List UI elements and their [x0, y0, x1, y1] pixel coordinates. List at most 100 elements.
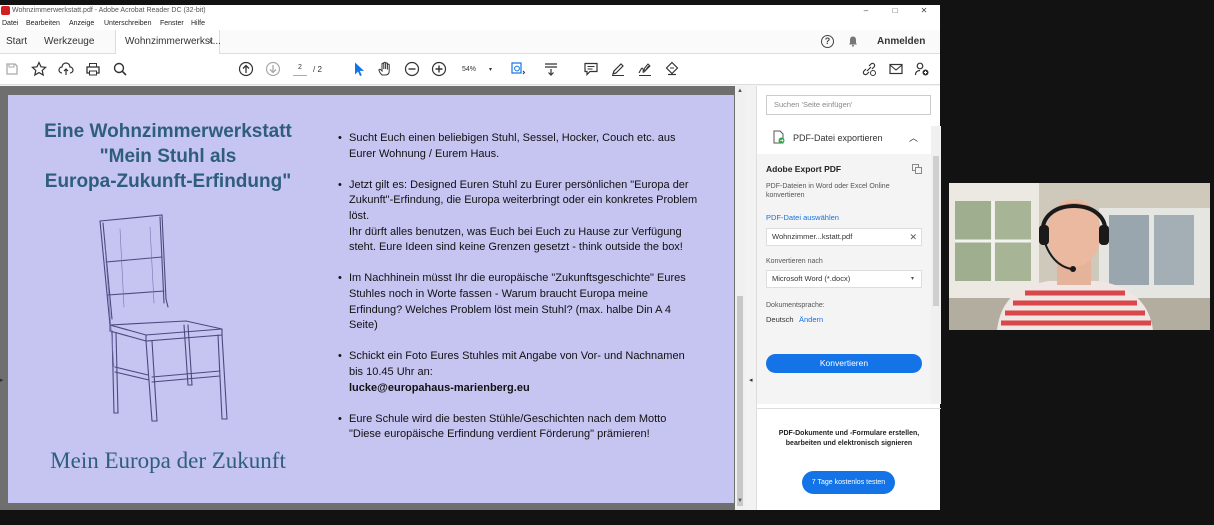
- list-item: Sucht Euch einen beliebigen Stuhl, Sesse…: [338, 131, 698, 162]
- tools-pane-scrollbar[interactable]: [931, 126, 941, 404]
- free-trial-button[interactable]: 7 Tage kostenlos testen: [802, 471, 895, 494]
- list-item: Schickt ein Foto Eures Stuhles mit Angab…: [338, 349, 698, 396]
- bullet-text: Ihr dürft alles benutzen, was Euch bei E…: [349, 225, 683, 254]
- selected-file-field[interactable]: Wohnzimmer...kstatt.pdf ✕: [766, 228, 922, 246]
- scroll-down-icon[interactable]: ▼: [736, 498, 744, 506]
- bullet-text: Jetzt gilt es: Designed Euren Stuhl zu E…: [349, 178, 698, 222]
- copy-icon[interactable]: [912, 164, 922, 174]
- highlight-pen-icon[interactable]: [610, 61, 626, 77]
- change-language-link[interactable]: Ändern: [799, 315, 823, 324]
- menu-window[interactable]: Fenster: [160, 20, 184, 27]
- bullet-text: Sucht Euch einen beliebigen Stuhl, Sesse…: [349, 132, 676, 160]
- zoom-out-icon[interactable]: [404, 61, 420, 77]
- bullet-list: Sucht Euch einen beliebigen Stuhl, Sesse…: [338, 131, 698, 458]
- chevron-down-icon: ▾: [488, 67, 492, 73]
- minimize-button[interactable]: –: [855, 5, 877, 18]
- mail-icon[interactable]: [888, 61, 904, 77]
- page-down-icon[interactable]: [265, 61, 281, 77]
- format-select[interactable]: Microsoft Word (*.docx) ▾: [766, 270, 922, 288]
- tab-document[interactable]: Wohnzimmerwerkst... ×: [115, 30, 221, 54]
- window-title: Wohnzimmerwerkstatt.pdf - Adobe Acrobat …: [12, 7, 206, 14]
- doc-language-value: Deutsch: [766, 315, 794, 324]
- export-pdf-section-header[interactable]: PDF-Datei exportieren ︿: [757, 126, 941, 150]
- export-section-title: PDF-Datei exportieren: [793, 133, 883, 143]
- select-cursor-icon[interactable]: [351, 61, 367, 77]
- page-footer: Mein Europa der Zukunft: [50, 448, 286, 473]
- menu-bar: Datei Bearbeiten Anzeige Unterschreiben …: [0, 18, 940, 30]
- scrollbar-thumb[interactable]: [933, 156, 939, 306]
- tab-close-icon[interactable]: ×: [208, 30, 213, 54]
- star-icon[interactable]: [31, 61, 47, 77]
- menu-view[interactable]: Anzeige: [69, 20, 94, 27]
- convert-button[interactable]: Konvertieren: [766, 354, 922, 373]
- hand-icon[interactable]: [377, 61, 393, 77]
- format-value: Microsoft Word (*.docx): [772, 274, 851, 283]
- upload-icon[interactable]: [58, 61, 74, 77]
- menu-sign[interactable]: Unterschreiben: [104, 20, 151, 27]
- chair-drawing: [99, 214, 228, 422]
- document-view[interactable]: Eine Wohnzimmerwerkstatt "Mein Stuhl als…: [0, 86, 753, 510]
- toolbar: 2 / 2 54% ▾: [0, 54, 940, 85]
- right-pane-handle[interactable]: ◂: [749, 376, 753, 384]
- chevron-up-icon[interactable]: ︿: [909, 131, 918, 144]
- print-icon[interactable]: [85, 61, 101, 77]
- pdf-page: Eine Wohnzimmerwerkstatt "Mein Stuhl als…: [8, 95, 734, 503]
- menu-file[interactable]: Datei: [2, 20, 18, 27]
- close-window-button[interactable]: ✕: [913, 5, 935, 18]
- acrobat-app-icon: [1, 6, 10, 15]
- marquee-zoom-icon[interactable]: [510, 61, 526, 77]
- page-up-icon[interactable]: [238, 61, 254, 77]
- save-icon[interactable]: [4, 61, 20, 77]
- scroll-mode-icon[interactable]: [543, 61, 559, 77]
- page-number-input[interactable]: 2: [293, 64, 307, 76]
- divider: [757, 408, 941, 409]
- file-name: Wohnzimmer...kstatt.pdf: [772, 232, 853, 241]
- menu-help[interactable]: Hilfe: [191, 20, 205, 27]
- webcam-video: [949, 183, 1210, 330]
- list-item: Eure Schule wird die besten Stühle/Gesch…: [338, 412, 698, 443]
- sign-icon[interactable]: [637, 61, 653, 77]
- acrobat-window: Wohnzimmerwerkstatt.pdf - Adobe Acrobat …: [0, 5, 941, 510]
- scrollbar-thumb[interactable]: [737, 296, 743, 506]
- add-user-icon[interactable]: [914, 61, 930, 77]
- bullet-text: Eure Schule wird die besten Stühle/Gesch…: [349, 412, 667, 441]
- comment-icon[interactable]: [583, 61, 599, 77]
- menu-edit[interactable]: Bearbeiten: [26, 20, 60, 27]
- tab-tools[interactable]: Werkzeuge: [44, 30, 94, 54]
- clear-file-icon[interactable]: ✕: [909, 229, 917, 245]
- export-pdf-panel: Adobe Export PDF PDF-Dateien in Word ode…: [757, 154, 931, 404]
- title-line: "Mein Stuhl als: [99, 146, 237, 167]
- title-line: Eine Wohnzimmerwerkstatt: [44, 121, 292, 142]
- list-item: Jetzt gilt es: Designed Euren Stuhl zu E…: [338, 178, 698, 256]
- chevron-down-icon: ▾: [910, 276, 914, 282]
- maximize-button[interactable]: □: [884, 5, 906, 18]
- bullet-text: Im Nachhinein müsst Ihr die europäische …: [349, 272, 686, 332]
- zoom-select[interactable]: 54% ▾: [456, 63, 496, 77]
- search-input[interactable]: Suchen 'Seite einfügen': [766, 95, 931, 115]
- screen: { "window": { "title": "Wohnzimmerwerkst…: [0, 0, 1214, 525]
- share-link-icon[interactable]: [861, 61, 877, 77]
- magnify-icon[interactable]: [112, 61, 128, 77]
- zoom-value: 54%: [462, 66, 477, 73]
- scroll-up-icon[interactable]: ▲: [736, 88, 744, 96]
- sign-in-button[interactable]: Anmelden: [877, 30, 925, 54]
- export-title: Adobe Export PDF: [766, 164, 842, 174]
- document-scrollbar[interactable]: ▲ ▼: [735, 86, 745, 510]
- email-address: lucke@europahaus-marienberg.eu: [349, 381, 530, 394]
- zoom-in-icon[interactable]: [431, 61, 447, 77]
- left-pane-handle[interactable]: ▸: [0, 376, 4, 384]
- tab-home[interactable]: Start: [6, 30, 27, 54]
- export-pdf-icon: [773, 130, 785, 144]
- page-title: Eine Wohnzimmerwerkstatt "Mein Stuhl als…: [8, 119, 328, 194]
- bell-icon[interactable]: [848, 36, 858, 47]
- title-line: Europa-Zukunft-Erfindung": [44, 171, 292, 192]
- tools-pane: Suchen 'Seite einfügen' PDF-Datei export…: [756, 86, 941, 510]
- tab-bar: Start Werkzeuge Wohnzimmerwerkst... × ? …: [0, 30, 940, 54]
- stamp-icon[interactable]: [664, 61, 680, 77]
- convert-to-label: Konvertieren nach: [766, 258, 823, 265]
- choose-file-link[interactable]: PDF-Datei auswählen: [766, 213, 839, 222]
- promo-text: PDF-Dokumente und -Formulare erstellen, …: [778, 430, 920, 447]
- title-bar: Wohnzimmerwerkstatt.pdf - Adobe Acrobat …: [0, 5, 940, 18]
- help-icon[interactable]: ?: [821, 35, 834, 48]
- bullet-text: Schickt ein Foto Eures Stuhles mit Angab…: [349, 350, 685, 378]
